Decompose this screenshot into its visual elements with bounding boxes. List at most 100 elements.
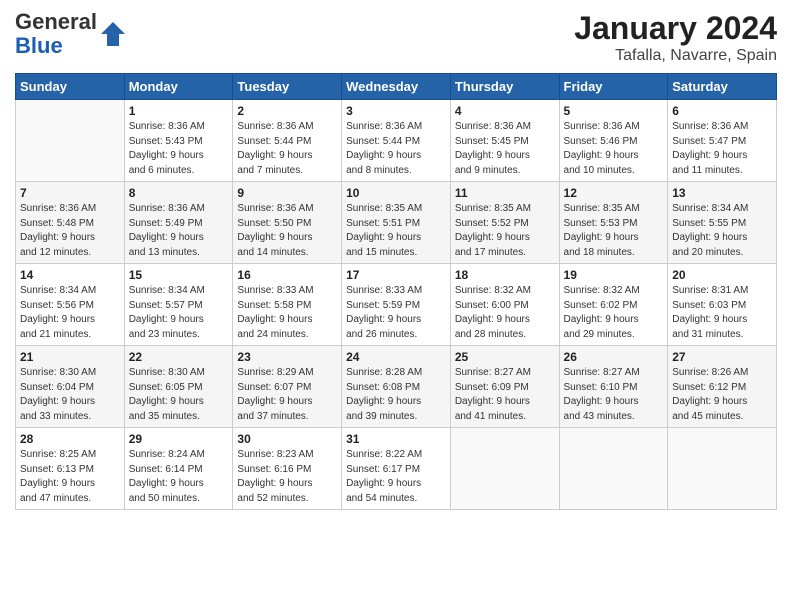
day-info: Sunrise: 8:36 AM Sunset: 5:44 PM Dayligh… (237, 120, 337, 178)
month-title: January 2024 (574, 10, 777, 47)
day-number: 20 (672, 268, 772, 282)
calendar-cell: 2 Sunrise: 8:36 AM Sunset: 5:44 PM Daylig… (233, 100, 342, 182)
calendar-cell: 13 Sunrise: 8:34 AM Sunset: 5:55 PM Dayli… (668, 182, 777, 264)
calendar-cell: 3 Sunrise: 8:36 AM Sunset: 5:44 PM Daylig… (342, 100, 451, 182)
calendar-cell: 5 Sunrise: 8:36 AM Sunset: 5:46 PM Daylig… (559, 100, 668, 182)
day-number: 18 (455, 268, 555, 282)
day-info: Sunrise: 8:31 AM Sunset: 6:03 PM Dayligh… (672, 284, 772, 342)
calendar-week-row: 14 Sunrise: 8:34 AM Sunset: 5:56 PM Dayli… (16, 264, 777, 346)
calendar-week-row: 21Sunrise: 8:30 AM Sunset: 6:04 PM Dayli… (16, 346, 777, 428)
calendar-cell: 20 Sunrise: 8:31 AM Sunset: 6:03 PM Dayli… (668, 264, 777, 346)
header: General Blue January 2024 Tafalla, Navar… (15, 10, 777, 65)
calendar-cell: 18Sunrise: 8:32 AM Sunset: 6:00 PM Dayli… (450, 264, 559, 346)
calendar-cell (668, 428, 777, 510)
day-number: 27 (672, 350, 772, 364)
calendar-cell: 6 Sunrise: 8:36 AM Sunset: 5:47 PM Daylig… (668, 100, 777, 182)
day-info: Sunrise: 8:34 AM Sunset: 5:57 PM Dayligh… (129, 284, 229, 342)
day-number: 2 (237, 104, 337, 118)
day-number: 7 (20, 186, 120, 200)
calendar-table: SundayMondayTuesdayWednesdayThursdayFrid… (15, 73, 777, 510)
calendar-cell: 11Sunrise: 8:35 AM Sunset: 5:52 PM Dayli… (450, 182, 559, 264)
calendar-cell: 26Sunrise: 8:27 AM Sunset: 6:10 PM Dayli… (559, 346, 668, 428)
logo-icon (99, 20, 127, 48)
calendar-cell: 17 Sunrise: 8:33 AM Sunset: 5:59 PM Dayli… (342, 264, 451, 346)
day-info: Sunrise: 8:22 AM Sunset: 6:17 PM Dayligh… (346, 448, 446, 506)
day-number: 23 (237, 350, 337, 364)
day-info: Sunrise: 8:36 AM Sunset: 5:50 PM Dayligh… (237, 202, 337, 260)
day-info: Sunrise: 8:25 AM Sunset: 6:13 PM Dayligh… (20, 448, 120, 506)
day-info: Sunrise: 8:36 AM Sunset: 5:48 PM Dayligh… (20, 202, 120, 260)
day-number: 26 (564, 350, 664, 364)
day-info: Sunrise: 8:35 AM Sunset: 5:53 PM Dayligh… (564, 202, 664, 260)
day-number: 5 (564, 104, 664, 118)
day-info: Sunrise: 8:35 AM Sunset: 5:51 PM Dayligh… (346, 202, 446, 260)
day-number: 9 (237, 186, 337, 200)
weekday-header: Tuesday (233, 74, 342, 100)
day-number: 22 (129, 350, 229, 364)
calendar-cell: 4 Sunrise: 8:36 AM Sunset: 5:45 PM Daylig… (450, 100, 559, 182)
main-container: General Blue January 2024 Tafalla, Navar… (0, 0, 792, 520)
calendar-cell: 28 Sunrise: 8:25 AM Sunset: 6:13 PM Dayli… (16, 428, 125, 510)
weekday-header: Sunday (16, 74, 125, 100)
day-number: 17 (346, 268, 446, 282)
calendar-cell: 22 Sunrise: 8:30 AM Sunset: 6:05 PM Dayli… (124, 346, 233, 428)
calendar-cell: 1 Sunrise: 8:36 AM Sunset: 5:43 PM Daylig… (124, 100, 233, 182)
day-number: 3 (346, 104, 446, 118)
logo: General Blue (15, 10, 127, 58)
logo-text: General Blue (15, 10, 127, 58)
day-info: Sunrise: 8:29 AM Sunset: 6:07 PM Dayligh… (237, 366, 337, 424)
day-number: 13 (672, 186, 772, 200)
day-number: 11 (455, 186, 555, 200)
day-info: Sunrise: 8:36 AM Sunset: 5:44 PM Dayligh… (346, 120, 446, 178)
calendar-week-row: 7 Sunrise: 8:36 AM Sunset: 5:48 PM Daylig… (16, 182, 777, 264)
day-info: Sunrise: 8:36 AM Sunset: 5:43 PM Dayligh… (129, 120, 229, 178)
calendar-cell: 8Sunrise: 8:36 AM Sunset: 5:49 PM Daylig… (124, 182, 233, 264)
weekday-header: Friday (559, 74, 668, 100)
calendar-cell: 31Sunrise: 8:22 AM Sunset: 6:17 PM Dayli… (342, 428, 451, 510)
day-info: Sunrise: 8:28 AM Sunset: 6:08 PM Dayligh… (346, 366, 446, 424)
day-number: 29 (129, 432, 229, 446)
calendar-cell (559, 428, 668, 510)
calendar-cell: 29 Sunrise: 8:24 AM Sunset: 6:14 PM Dayli… (124, 428, 233, 510)
calendar-cell: 12Sunrise: 8:35 AM Sunset: 5:53 PM Dayli… (559, 182, 668, 264)
day-number: 4 (455, 104, 555, 118)
weekday-header: Wednesday (342, 74, 451, 100)
calendar-cell: 10Sunrise: 8:35 AM Sunset: 5:51 PM Dayli… (342, 182, 451, 264)
day-number: 30 (237, 432, 337, 446)
day-info: Sunrise: 8:33 AM Sunset: 5:59 PM Dayligh… (346, 284, 446, 342)
day-info: Sunrise: 8:36 AM Sunset: 5:47 PM Dayligh… (672, 120, 772, 178)
calendar-body: 1 Sunrise: 8:36 AM Sunset: 5:43 PM Daylig… (16, 100, 777, 510)
weekday-header: Saturday (668, 74, 777, 100)
calendar-cell (16, 100, 125, 182)
weekday-header: Monday (124, 74, 233, 100)
day-info: Sunrise: 8:23 AM Sunset: 6:16 PM Dayligh… (237, 448, 337, 506)
day-info: Sunrise: 8:36 AM Sunset: 5:45 PM Dayligh… (455, 120, 555, 178)
day-number: 25 (455, 350, 555, 364)
day-number: 1 (129, 104, 229, 118)
day-info: Sunrise: 8:24 AM Sunset: 6:14 PM Dayligh… (129, 448, 229, 506)
calendar-week-row: 1 Sunrise: 8:36 AM Sunset: 5:43 PM Daylig… (16, 100, 777, 182)
day-number: 24 (346, 350, 446, 364)
day-info: Sunrise: 8:34 AM Sunset: 5:56 PM Dayligh… (20, 284, 120, 342)
calendar-cell: 30 Sunrise: 8:23 AM Sunset: 6:16 PM Dayli… (233, 428, 342, 510)
day-info: Sunrise: 8:36 AM Sunset: 5:46 PM Dayligh… (564, 120, 664, 178)
day-number: 28 (20, 432, 120, 446)
calendar-cell: 23 Sunrise: 8:29 AM Sunset: 6:07 PM Dayli… (233, 346, 342, 428)
day-number: 14 (20, 268, 120, 282)
day-number: 16 (237, 268, 337, 282)
day-info: Sunrise: 8:27 AM Sunset: 6:09 PM Dayligh… (455, 366, 555, 424)
day-number: 15 (129, 268, 229, 282)
day-info: Sunrise: 8:30 AM Sunset: 6:05 PM Dayligh… (129, 366, 229, 424)
calendar-cell (450, 428, 559, 510)
calendar-cell: 24 Sunrise: 8:28 AM Sunset: 6:08 PM Dayli… (342, 346, 451, 428)
day-info: Sunrise: 8:33 AM Sunset: 5:58 PM Dayligh… (237, 284, 337, 342)
logo-general: General (15, 9, 97, 34)
calendar-cell: 25 Sunrise: 8:27 AM Sunset: 6:09 PM Dayli… (450, 346, 559, 428)
weekday-header: Thursday (450, 74, 559, 100)
calendar-header-row: SundayMondayTuesdayWednesdayThursdayFrid… (16, 74, 777, 100)
location: Tafalla, Navarre, Spain (574, 47, 777, 65)
day-number: 6 (672, 104, 772, 118)
day-info: Sunrise: 8:34 AM Sunset: 5:55 PM Dayligh… (672, 202, 772, 260)
day-info: Sunrise: 8:30 AM Sunset: 6:04 PM Dayligh… (20, 366, 120, 424)
day-number: 8 (129, 186, 229, 200)
